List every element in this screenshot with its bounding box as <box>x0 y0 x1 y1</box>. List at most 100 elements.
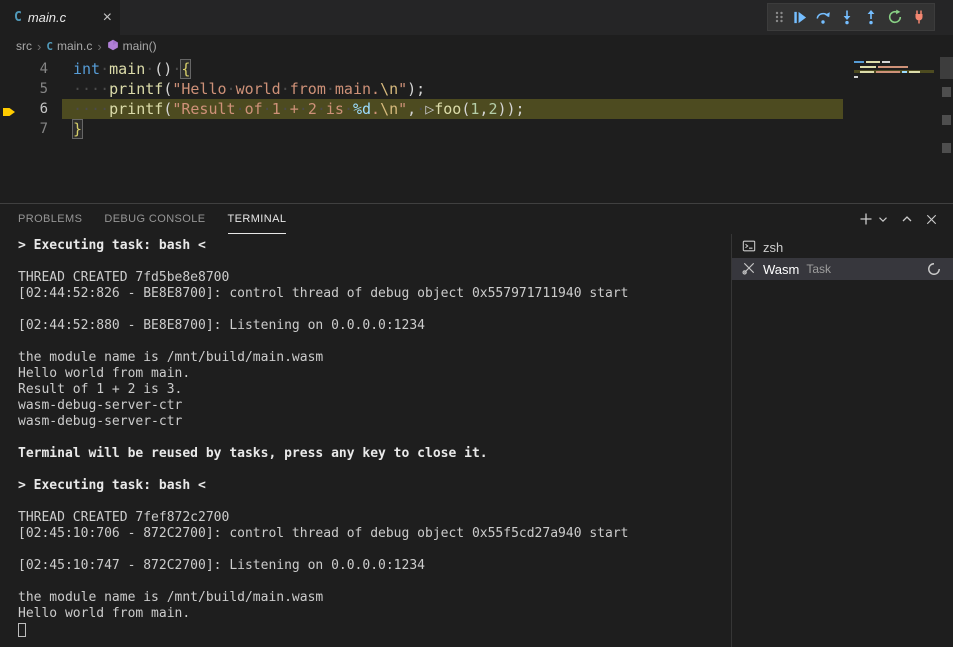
vscode-window: C main.c × <box>0 0 953 647</box>
terminal-profile-dropdown-icon[interactable] <box>876 212 890 226</box>
terminal-line <box>18 462 731 478</box>
breadcrumb-item-symbol[interactable]: main() <box>107 39 157 54</box>
code-token: %d <box>353 100 371 118</box>
code-token: · <box>344 100 353 118</box>
code-token: · <box>100 60 109 78</box>
tab-terminal[interactable]: TERMINAL <box>228 204 287 234</box>
overview-ruler-mark <box>942 87 951 97</box>
code-token: world <box>236 80 281 98</box>
loading-spinner-icon <box>927 262 941 276</box>
editor-tab-bar: C main.c × <box>0 0 953 35</box>
maximize-panel-icon[interactable] <box>899 211 915 227</box>
code-token: , <box>407 100 416 118</box>
terminal-line: the module name is /mnt/build/main.wasm <box>18 350 731 366</box>
code-token: int <box>73 60 100 78</box>
code-token: () <box>154 60 172 78</box>
line-number: 7 <box>0 119 48 139</box>
terminal-line: Terminal will be reused by tasks, press … <box>18 446 731 462</box>
code-lines: 4int·main·()·{5····printf("Hello·world·f… <box>0 59 843 139</box>
code-token: · <box>227 80 236 98</box>
terminal-line: Hello world from main. <box>18 366 731 382</box>
code-token: printf <box>109 100 163 118</box>
new-terminal-icon[interactable] <box>858 211 874 227</box>
terminal-line: THREAD CREATED 7fef872c2700 <box>18 510 731 526</box>
terminal-line: [02:44:52:826 - BE8E8700]: control threa… <box>18 286 731 302</box>
panel-actions <box>858 211 953 227</box>
terminal-tab-wasm-task[interactable]: Wasm Task <box>732 258 953 280</box>
close-panel-icon[interactable] <box>924 212 939 227</box>
terminal-line: Hello world from main. <box>18 606 731 622</box>
terminal-line: THREAD CREATED 7fd5be8e8700 <box>18 270 731 286</box>
tab-close-icon[interactable]: × <box>103 10 112 26</box>
terminal-tabs-list: zsh Wasm Task <box>731 234 953 647</box>
scrollbar-thumb[interactable] <box>940 57 953 79</box>
editor-scrollbar[interactable] <box>940 57 953 203</box>
tab-main-c[interactable]: C main.c × <box>0 0 120 35</box>
code-content: ····printf("Result·of·1·+·2·is·%d.\n",·▷… <box>62 99 843 119</box>
code-token: · <box>299 100 308 118</box>
terminal-output[interactable]: > Executing task: bash < THREAD CREATED 7… <box>0 234 731 647</box>
debug-restart-icon[interactable] <box>883 5 907 29</box>
tab-debug-console[interactable]: DEBUG CONSOLE <box>104 204 205 234</box>
breadcrumb-item-file[interactable]: C main.c <box>46 39 92 53</box>
code-token: ( <box>163 80 172 98</box>
code-token: of <box>245 100 263 118</box>
code-token: · <box>145 60 154 78</box>
code-content: ····printf("Hello·world·from·main.\n"); <box>62 79 843 99</box>
symbol-method-icon <box>107 39 119 54</box>
terminal-tab-label: Wasm <box>763 262 799 277</box>
terminal-line: the module name is /mnt/build/main.wasm <box>18 590 731 606</box>
inline-step-target-icon: ▷ <box>425 100 434 118</box>
tools-icon <box>742 261 756 278</box>
terminal-tab-zsh[interactable]: zsh <box>732 236 953 258</box>
code-content: } <box>62 119 843 139</box>
terminal-line: > Executing task: bash < <box>18 478 731 494</box>
code-line: 4int·main·()·{ <box>0 59 843 79</box>
line-number: 4 <box>0 59 48 79</box>
code-token: + <box>290 100 299 118</box>
code-token: { <box>181 60 190 78</box>
terminal-tab-label: zsh <box>763 240 783 255</box>
code-token: " <box>398 80 407 98</box>
code-token: foo <box>434 100 461 118</box>
c-file-icon: C <box>14 10 22 25</box>
breadcrumb-item-src[interactable]: src <box>16 39 32 53</box>
debug-step-out-icon[interactable] <box>859 5 883 29</box>
bottom-panel: PROBLEMS DEBUG CONSOLE TERMINAL > Execut… <box>0 203 953 647</box>
debug-step-over-icon[interactable] <box>811 5 835 29</box>
breadcrumb-separator: › <box>97 39 101 54</box>
code-content: int·main·()·{ <box>62 59 843 79</box>
terminal-line: Result of 1 + 2 is 3. <box>18 382 731 398</box>
code-token: · <box>281 100 290 118</box>
code-token: \n <box>380 100 398 118</box>
debug-continue-icon[interactable] <box>787 5 811 29</box>
overview-ruler-mark <box>942 143 951 153</box>
breadcrumb-label: src <box>16 39 32 53</box>
terminal-line: wasm-debug-server-ctr <box>18 398 731 414</box>
panel-header: PROBLEMS DEBUG CONSOLE TERMINAL <box>0 204 953 234</box>
code-token: · <box>263 100 272 118</box>
code-line: 7} <box>0 119 843 139</box>
terminal-line <box>18 334 731 350</box>
code-token: main. <box>335 80 380 98</box>
code-token: · <box>317 100 326 118</box>
debug-step-into-icon[interactable] <box>835 5 859 29</box>
code-token: "Result <box>172 100 235 118</box>
terminal-line: [02:44:52:880 - BE8E8700]: Listening on … <box>18 318 731 334</box>
toolbar-drag-grip-icon[interactable] <box>771 5 787 29</box>
debug-disconnect-icon[interactable] <box>907 5 931 29</box>
breadcrumb-label: main() <box>123 39 157 53</box>
code-token: )); <box>497 100 524 118</box>
code-token: " <box>398 100 407 118</box>
tab-problems[interactable]: PROBLEMS <box>18 204 82 234</box>
code-token: ); <box>407 80 425 98</box>
code-line: 5····printf("Hello·world·from·main.\n"); <box>0 79 843 99</box>
code-token: · <box>236 100 245 118</box>
minimap[interactable] <box>850 57 938 203</box>
code-token: ( <box>163 100 172 118</box>
breadcrumb: src › C main.c › main() <box>0 35 953 57</box>
line-number: 5 <box>0 79 48 99</box>
panel-body: > Executing task: bash < THREAD CREATED 7… <box>0 234 953 647</box>
code-editor[interactable]: 4int·main·()·{5····printf("Hello·world·f… <box>0 57 953 203</box>
terminal-icon <box>742 239 756 256</box>
